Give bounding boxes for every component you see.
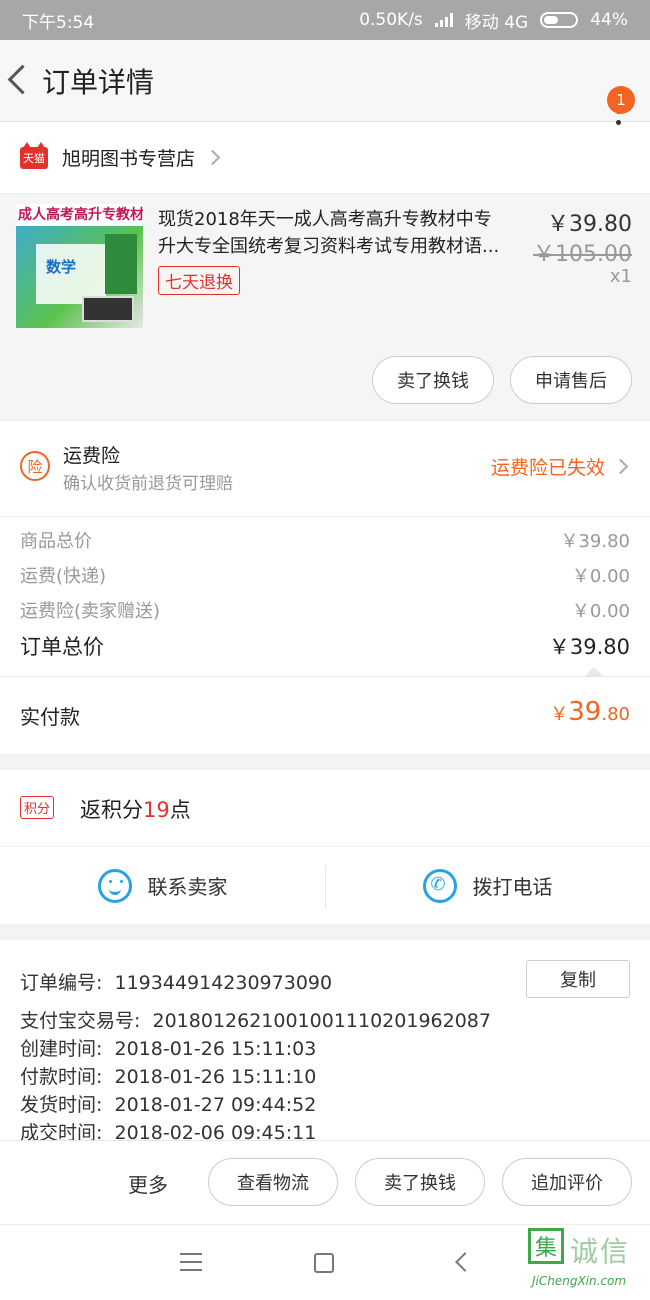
amount-paid-value: ￥39.80 (550, 697, 630, 727)
store-name: 旭明图书专营店 (62, 148, 196, 170)
cost-row-goods: 商品总价 ￥39.80 (20, 531, 630, 552)
sell-again-button[interactable]: 卖了换钱 (355, 1158, 485, 1206)
points-icon: 积分 (20, 796, 55, 819)
product-quantity: x1 (609, 266, 632, 287)
insurance-icon: 险 (20, 451, 50, 481)
back-icon[interactable] (0, 40, 40, 122)
status-network: 移动 4G (464, 12, 529, 33)
battery-icon (540, 12, 579, 28)
chevron-right-icon (204, 149, 221, 166)
bottom-action-bar: 更多 查看物流 卖了换钱 追加评价 (0, 1140, 650, 1224)
phone-icon (422, 868, 457, 903)
insurance-subtitle: 确认收货前退货可理赔 (63, 474, 233, 494)
created-time: 创建时间: 2018-01-26 15:11:03 (20, 1038, 317, 1060)
chevron-right-icon (612, 458, 629, 475)
product-price: ￥39.80 (547, 212, 632, 237)
shipped-time: 发货时间: 2018-01-27 09:44:52 (20, 1094, 317, 1116)
product-image[interactable]: 成人高考高升专教材 数学 (16, 204, 143, 328)
notification-badge: 1 (607, 86, 635, 114)
menu-icon[interactable] (180, 1253, 202, 1277)
insurance-status[interactable]: 运费险已失效 (491, 453, 629, 480)
product-original-price: ￥105.00 (533, 242, 632, 267)
status-battery: 44% (590, 10, 628, 30)
points-text: 返积分19点 (80, 798, 191, 822)
return-policy-tag: 七天退换 (158, 266, 240, 295)
view-logistics-button[interactable]: 查看物流 (208, 1158, 338, 1206)
home-icon[interactable] (314, 1253, 334, 1273)
amount-paid-label: 实付款 (20, 705, 80, 729)
cost-row-shipping: 运费(快递) ￥0.00 (20, 566, 630, 587)
product-name[interactable]: 现货2018年天一成人高考高升专教材中专 升大专全国统考复习资料考试专用教材语.… (158, 206, 536, 260)
product-card[interactable]: 成人高考高升专教材 数学 现货2018年天一成人高考高升专教材中专 升大专全国统… (0, 194, 650, 420)
status-bar: 下午5:54 0.50K/s 移动 4G 44% (0, 0, 650, 40)
copy-button[interactable]: 复制 (526, 960, 630, 998)
cost-row-insurance: 运费险(卖家赠送) ￥0.00 (20, 601, 630, 622)
nav-back-icon[interactable] (455, 1252, 475, 1272)
thumb-subject: 数学 (46, 258, 77, 276)
alipay-trade-number: 支付宝交易号: 2018012621001001110201962087 (20, 1010, 491, 1032)
chat-icon (97, 868, 132, 903)
call-phone-button[interactable]: 拨打电话 (325, 847, 650, 924)
points-row: 积分 返积分19点 (0, 770, 650, 846)
insurance-title: 运费险 (63, 445, 121, 467)
order-info: 订单编号: 119344914230973090 复制 支付宝交易号: 2018… (0, 940, 650, 1144)
tmall-icon: 天猫 (20, 141, 48, 169)
after-sales-button[interactable]: 申请售后 (510, 356, 632, 404)
amount-paid-row: 实付款 ￥39.80 (0, 676, 650, 754)
thumb-title: 成人高考高升专教材 (16, 204, 143, 226)
signal-icon (434, 13, 453, 27)
store-row[interactable]: 天猫 旭明图书专营店 (0, 122, 650, 194)
sell-button[interactable]: 卖了换钱 (372, 356, 494, 404)
header: 订单详情 1 (0, 40, 650, 125)
watermark-logo: 集 诚信 JiChengXin.com (528, 1228, 644, 1298)
status-speed: 0.50K/s (359, 10, 423, 30)
shipping-insurance-row[interactable]: 险 运费险 确认收货前退货可理赔 运费险已失效 (0, 420, 650, 516)
contact-seller-button[interactable]: 联系卖家 (0, 847, 325, 924)
paid-time: 付款时间: 2018-01-26 15:11:10 (20, 1066, 317, 1088)
status-time: 下午5:54 (22, 12, 95, 33)
page-title: 订单详情 (42, 65, 155, 99)
cost-row-order-total: 订单总价 ￥39.80 (20, 635, 630, 659)
add-review-button[interactable]: 追加评价 (502, 1158, 632, 1206)
contact-bar: 联系卖家 拨打电话 (0, 846, 650, 924)
more-link[interactable]: 更多 (128, 1169, 168, 1198)
order-number: 订单编号: 119344914230973090 (20, 972, 333, 994)
cost-summary: 商品总价 ￥39.80 运费(快递) ￥0.00 运费险(卖家赠送) ￥0.00 订单… (0, 516, 650, 677)
